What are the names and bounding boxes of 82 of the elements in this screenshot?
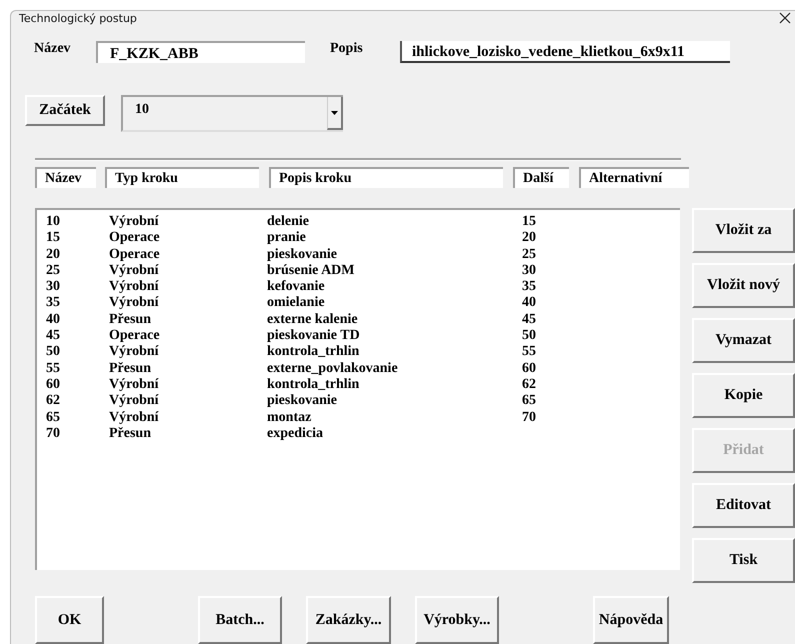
start-button[interactable]: Začátek (25, 95, 105, 126)
action-button[interactable]: Kopie (692, 373, 795, 418)
step-type: Přesun (109, 426, 152, 442)
name-field[interactable]: F_KZK_ABB (96, 41, 305, 63)
step-type: Výrobní (109, 295, 160, 312)
column-header: Další (513, 167, 569, 188)
step-description: pieskovanie (267, 246, 338, 263)
column-header: Alternativní (579, 167, 689, 188)
step-description: externe_povlakovanie (267, 360, 399, 377)
step-description: kefovanie (267, 279, 326, 296)
next-step: 65 (522, 393, 582, 410)
step-name: 30 (46, 279, 61, 296)
column-header: Popis kroku (269, 167, 503, 188)
next-step: 70 (522, 410, 582, 426)
next-step: 15 (522, 214, 582, 230)
step-type: Výrobní (109, 279, 160, 296)
step-type: Výrobní (109, 376, 160, 394)
step-description: kontrola_trhlin (267, 376, 360, 394)
step-name: 45 (46, 328, 61, 344)
next-step: 35 (522, 279, 582, 296)
steps-list[interactable] (35, 208, 680, 570)
step-type: Výrobní (109, 262, 160, 280)
step-description: kontrola_trhlin (267, 344, 360, 361)
next-step: 50 (522, 328, 582, 344)
step-type: Přesun (109, 360, 152, 377)
column-header: Typ kroku (105, 167, 259, 188)
next-step: 30 (522, 262, 582, 280)
step-description: omielanie (267, 295, 326, 312)
step-type: Operace (109, 230, 161, 247)
start-combo-box[interactable]: 10 (121, 95, 343, 132)
step-type: Výrobní (109, 393, 160, 410)
step-description: delenie (267, 214, 310, 230)
dialog-button[interactable]: Batch... (198, 596, 282, 644)
step-description: pranie (267, 230, 307, 247)
step-name: 10 (46, 214, 61, 230)
step-type: Výrobní (109, 410, 160, 426)
step-description: brúsenie ADM (267, 262, 356, 280)
step-type: Přesun (109, 312, 152, 328)
description-label: Popis (330, 41, 364, 57)
action-button[interactable]: Vložit nový (692, 263, 795, 308)
step-name: 40 (46, 312, 61, 328)
next-step: 60 (522, 360, 582, 377)
dialog-button[interactable]: OK (35, 596, 104, 644)
next-step: 45 (522, 312, 582, 328)
next-step: 62 (522, 376, 582, 394)
action-button[interactable]: Vymazat (692, 318, 795, 363)
step-name: 15 (46, 230, 61, 247)
step-description: pieskovanie (267, 393, 338, 410)
description-field[interactable]: ihlickove_lozisko_vedene_klietkou_6x9x11 (400, 41, 730, 63)
step-name: 60 (46, 376, 61, 394)
step-type: Výrobní (109, 344, 160, 361)
window-title: Technologický postup (19, 12, 137, 24)
step-name: 62 (46, 393, 61, 410)
step-name: 65 (46, 410, 61, 426)
next-step: 55 (522, 344, 582, 361)
dialog-button[interactable]: Nápověda (593, 596, 669, 644)
step-description: montaz (267, 410, 312, 426)
action-button[interactable]: Editovat (692, 483, 795, 528)
name-label: Název (34, 41, 72, 57)
next-step: 25 (522, 246, 582, 263)
dialog-button[interactable]: Zakázky... (306, 596, 391, 644)
step-name: 35 (46, 295, 61, 312)
next-step: 40 (522, 295, 582, 312)
step-description: pieskovanie TD (267, 328, 361, 344)
step-name: 25 (46, 262, 61, 280)
step-description: externe kalenie (267, 312, 359, 328)
column-header: Název (35, 167, 96, 188)
dropdown-button[interactable] (327, 97, 343, 130)
step-name: 20 (46, 246, 61, 263)
step-name: 55 (46, 360, 61, 377)
next-step: 20 (522, 230, 582, 247)
step-name: 70 (46, 426, 61, 442)
caret-icon (331, 110, 338, 114)
action-button[interactable]: Tisk (692, 538, 795, 583)
close-icon[interactable] (779, 12, 791, 24)
step-type: Operace (109, 246, 161, 263)
dialog-button[interactable]: Výrobky... (415, 596, 499, 644)
step-type: Výrobní (109, 214, 160, 230)
action-button[interactable]: Vložit za (692, 208, 795, 253)
step-name: 50 (46, 344, 61, 361)
step-description: expedicia (267, 426, 324, 442)
step-type: Operace (109, 328, 161, 344)
